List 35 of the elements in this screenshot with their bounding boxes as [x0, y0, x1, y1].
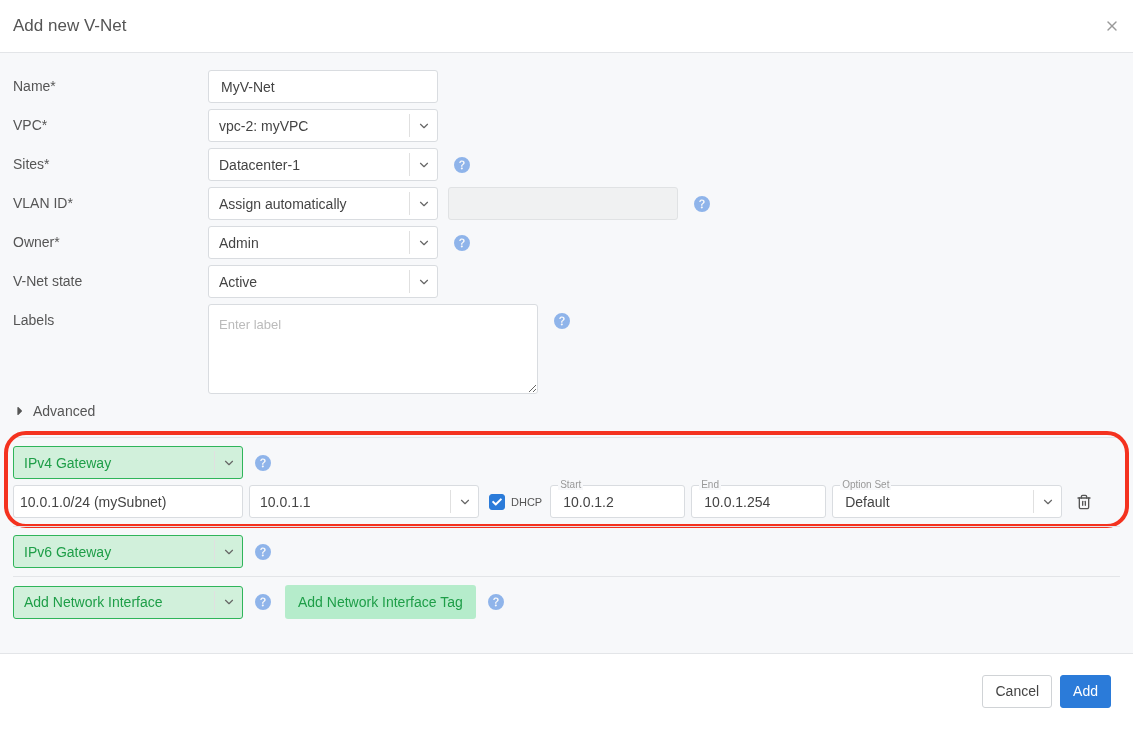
help-icon[interactable] [255, 543, 271, 560]
select-field[interactable]: Assign automatically [208, 187, 438, 220]
help-icon[interactable] [454, 234, 470, 251]
help-icon[interactable] [487, 594, 504, 610]
advanced-toggle[interactable]: Advanced [13, 403, 96, 419]
dhcp-checkbox[interactable] [489, 493, 505, 510]
dhcp-label: DHCP [511, 495, 543, 508]
name-field[interactable]: MyV-Net [208, 70, 438, 103]
select-field[interactable]: Admin [208, 226, 438, 259]
help-icon[interactable] [255, 454, 271, 471]
labels-field[interactable]: Enter label [208, 304, 538, 394]
field-label: Name* [13, 77, 57, 96]
field-label: VLAN ID* [13, 194, 74, 213]
gateway-ip-select[interactable]: 10.0.1.1 [249, 485, 479, 518]
help-icon[interactable] [255, 594, 271, 610]
select-field[interactable]: vpc-2: myVPC [208, 109, 438, 142]
check-icon [492, 496, 502, 507]
select-field[interactable]: Datacenter-1 [208, 148, 438, 181]
option-set-label: Option Set [840, 479, 892, 490]
start-label: Start [558, 479, 584, 490]
field-label: Owner* [13, 233, 61, 252]
select-field[interactable]: Active [208, 265, 438, 298]
field-label: V-Net state [13, 272, 84, 291]
field-label: Labels [13, 311, 56, 330]
field-label: VPC* [13, 116, 49, 135]
trash-icon[interactable] [1076, 493, 1093, 510]
help-icon[interactable] [694, 195, 710, 212]
field-label: Sites* [13, 155, 51, 174]
help-icon[interactable] [454, 156, 470, 173]
add-button[interactable]: Add [1060, 674, 1111, 708]
subnet-field: 10.0.1.0/24 (mySubnet) [13, 485, 243, 518]
cancel-button[interactable]: Cancel [982, 674, 1053, 708]
dialog-title: Add new V-Net [13, 16, 127, 36]
end-label: End [699, 479, 721, 490]
help-icon[interactable] [554, 312, 570, 329]
